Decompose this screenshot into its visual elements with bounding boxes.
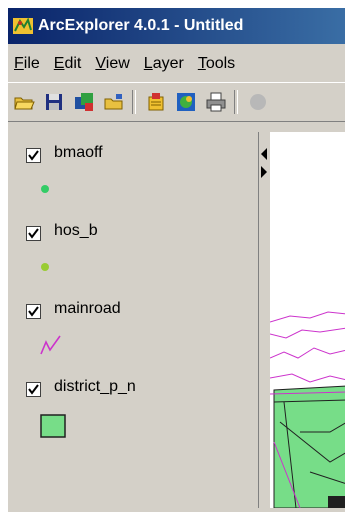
menu-tools[interactable]: Tools <box>198 55 235 73</box>
open-folder-icon[interactable] <box>103 91 125 113</box>
checkmark-icon <box>28 384 39 395</box>
toolbar <box>8 82 345 122</box>
menu-edit-label: dit <box>64 55 82 72</box>
checkmark-icon <box>28 306 39 317</box>
layer-name: bmaoff <box>54 144 103 161</box>
point-symbol-icon <box>41 185 49 193</box>
menu-tools-accel: T <box>197 55 206 72</box>
toolbar-separator <box>132 90 136 114</box>
layer-name: district_p_n <box>54 378 136 395</box>
menu-file-label: ile <box>23 55 40 72</box>
disabled-tool-icon[interactable] <box>247 91 269 113</box>
title-bar[interactable]: ArcExplorer 4.0.1 - Untitled <box>8 8 345 44</box>
add-layer-icon[interactable] <box>73 91 95 113</box>
menu-file[interactable]: File <box>14 55 40 73</box>
road-line <box>270 311 345 323</box>
panel-splitter[interactable] <box>259 132 269 508</box>
line-symbol-icon <box>40 335 61 355</box>
menu-edit[interactable]: Edit <box>54 55 82 73</box>
layer-visibility-checkbox[interactable] <box>26 148 41 163</box>
print-icon[interactable] <box>205 91 227 113</box>
road-line <box>270 373 345 383</box>
open-folder-icon[interactable] <box>13 91 35 113</box>
arcexplorer-window: ArcExplorer 4.0.1 - Untitled File Edit V… <box>6 6 345 512</box>
arcexplorer-app-icon <box>13 17 33 34</box>
menu-view[interactable]: View <box>95 55 129 73</box>
layer-visibility-checkbox[interactable] <box>26 304 41 319</box>
window-title: ArcExplorer 4.0.1 - Untitled <box>38 17 244 34</box>
menu-layer-label: ayer <box>152 55 184 72</box>
menu-file-accel: F <box>14 55 24 72</box>
road-line <box>270 327 345 339</box>
layer-visibility-checkbox[interactable] <box>26 382 41 397</box>
menu-layer-accel: L <box>143 55 153 72</box>
menu-layer[interactable]: Layer <box>144 55 184 73</box>
table-of-contents: bmaoff hos_b mainroad district_p_n <box>10 132 259 508</box>
polygon-symbol-icon <box>40 414 66 438</box>
menu-bar: File Edit View Layer Tools <box>8 48 345 80</box>
map-canvas[interactable] <box>270 132 345 508</box>
checkmark-icon <box>28 228 39 239</box>
toolbar-separator <box>234 90 238 114</box>
layer-name: mainroad <box>54 300 121 317</box>
menu-view-accel: V <box>95 55 106 72</box>
road-line <box>270 347 345 359</box>
map-feature <box>328 496 345 508</box>
checkmark-icon <box>28 150 39 161</box>
layer-name: hos_b <box>54 222 98 239</box>
save-disk-icon[interactable] <box>43 91 65 113</box>
splitter-arrows-icon[interactable] <box>259 146 269 186</box>
map-globe-icon[interactable] <box>175 91 197 113</box>
menu-tools-label: ools <box>205 55 236 72</box>
point-symbol-icon <box>41 263 49 271</box>
menu-edit-accel: E <box>53 55 65 72</box>
menu-view-label: iew <box>105 55 130 72</box>
layer-visibility-checkbox[interactable] <box>26 226 41 241</box>
layer-properties-icon[interactable] <box>145 91 167 113</box>
map-view[interactable] <box>270 132 345 508</box>
